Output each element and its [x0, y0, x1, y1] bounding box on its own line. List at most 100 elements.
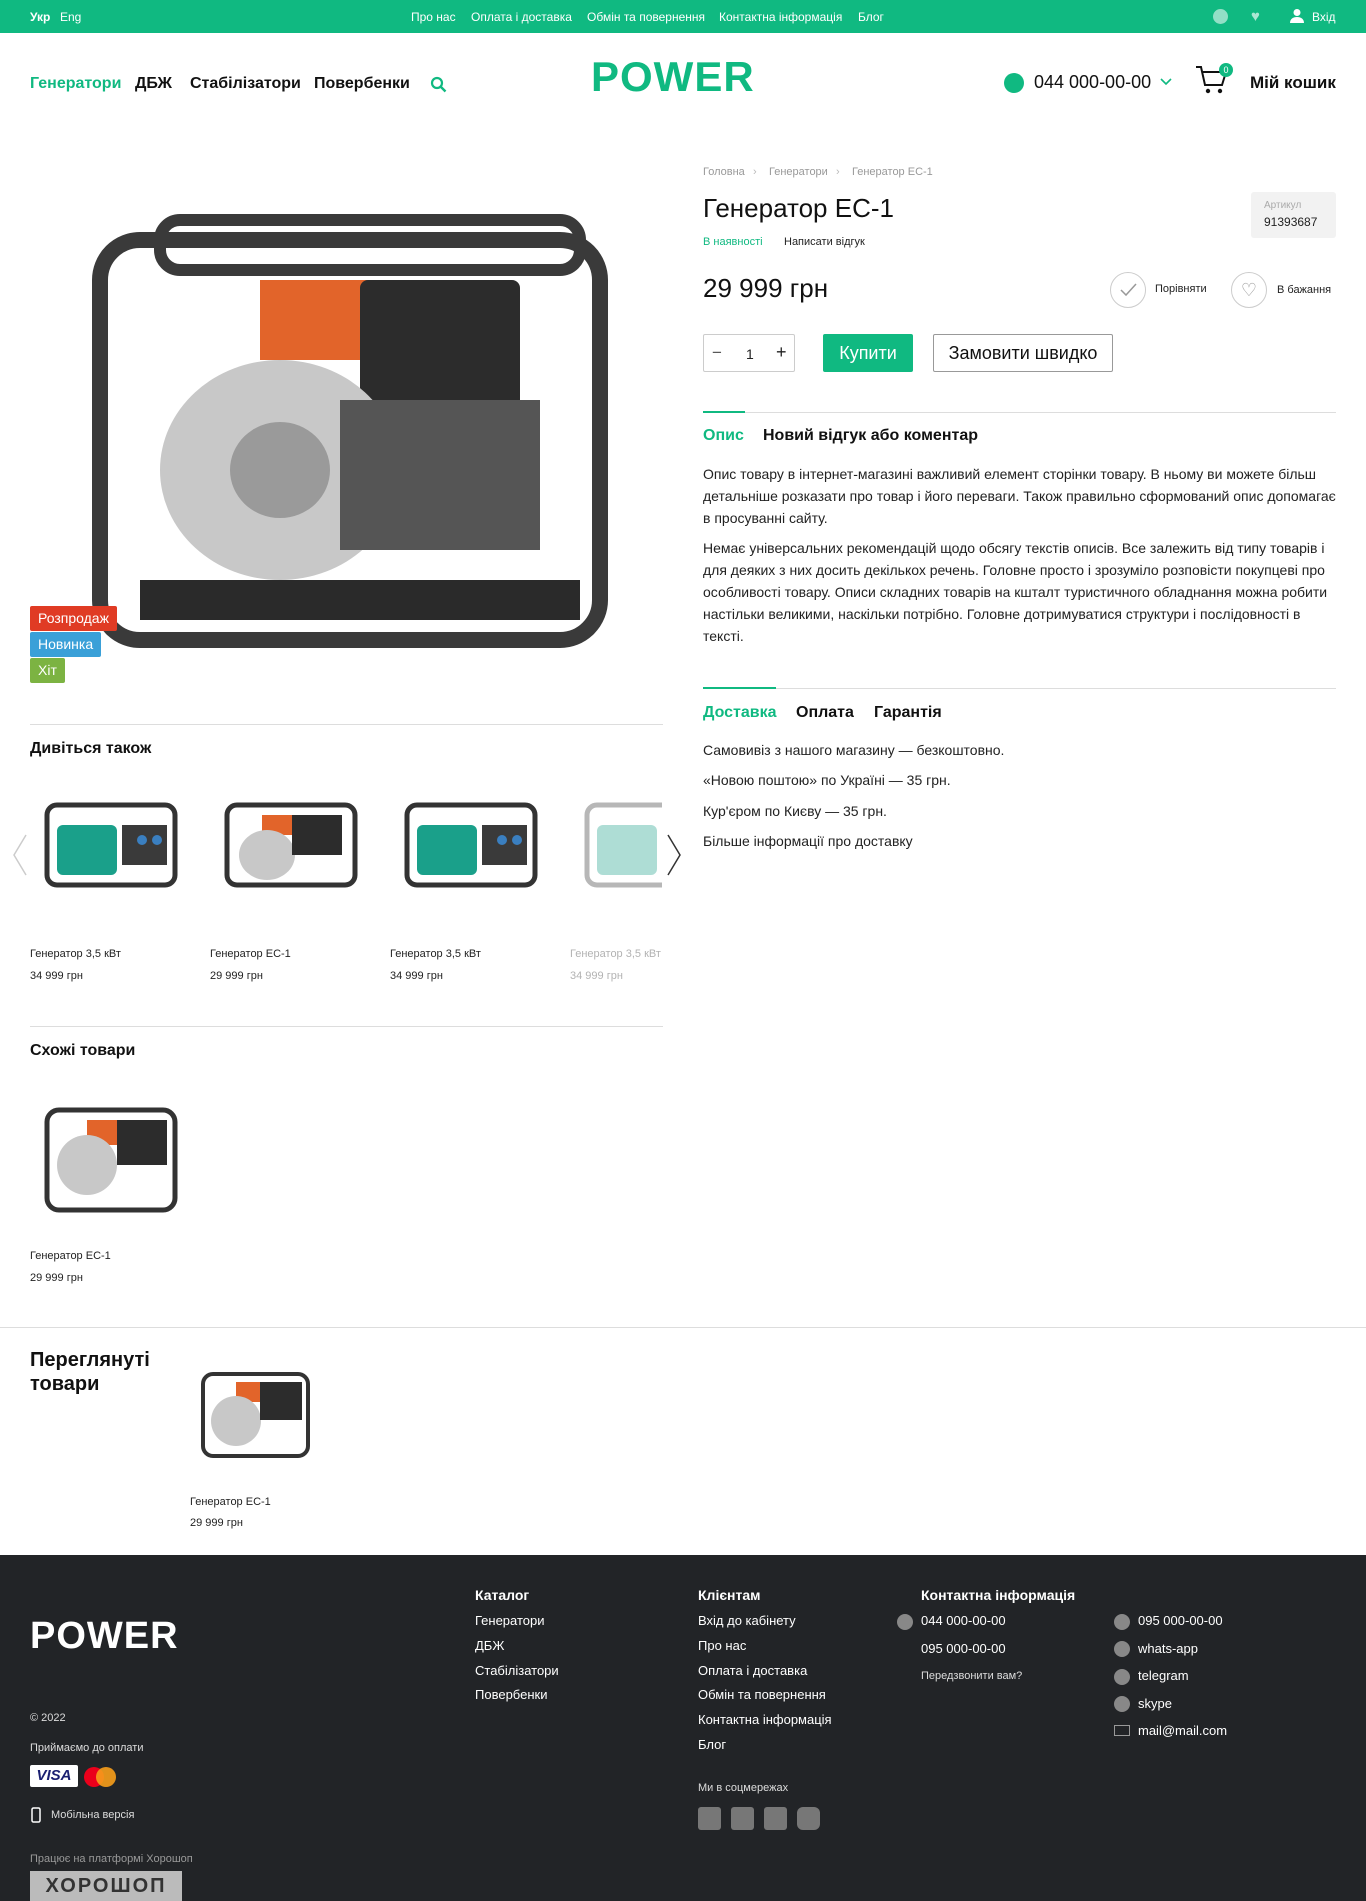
mastercard-logo — [84, 1767, 118, 1787]
cart-count: 0 — [1219, 63, 1233, 77]
description-paragraph-2: Немає універсальних рекомендацій щодо об… — [703, 540, 1328, 644]
footer-contact-skype[interactable]: skype — [1138, 1696, 1172, 1711]
product-thumb-orange[interactable] — [42, 1100, 180, 1220]
product-thumb-green[interactable] — [42, 800, 180, 895]
carousel-next-icon[interactable] — [666, 834, 682, 876]
footer-clients-title: Клієнтам — [698, 1587, 761, 1603]
product-card-name[interactable]: Генератор 3,5 кВт — [30, 948, 121, 960]
quick-order-button[interactable]: Замовити швидко — [933, 334, 1113, 372]
product-card-faded[interactable]: Генератор 3,5 кВт 34 999 грн — [570, 948, 663, 988]
lang-ukr[interactable]: Укр — [30, 10, 50, 24]
tab-payment[interactable]: Оплата — [796, 704, 854, 722]
product-thumb-green[interactable] — [582, 800, 662, 895]
horoshop-logo[interactable]: ХОРОШОП — [30, 1871, 182, 1901]
footer-client-link[interactable]: Вхід до кабінету — [698, 1613, 796, 1628]
footer-client-link[interactable]: Про нас — [698, 1638, 746, 1653]
sku-value: 91393687 — [1264, 215, 1318, 229]
tab-warranty[interactable]: Гарантія — [874, 704, 942, 722]
user-icon[interactable] — [1290, 8, 1304, 23]
phone-icon — [1004, 73, 1024, 93]
quantity-stepper: − 1 + — [703, 334, 795, 372]
qty-minus-button[interactable]: − — [712, 343, 722, 363]
cart-label[interactable]: Мій кошик — [1250, 73, 1336, 93]
buy-button[interactable]: Купити — [823, 334, 913, 372]
nav-stabilizers[interactable]: Стабілізатори — [190, 75, 301, 93]
product-card-price: 34 999 грн — [390, 970, 443, 982]
footer-client-link[interactable]: Контактна інформація — [698, 1712, 832, 1727]
description-paragraph-1: Опис товару в інтернет-магазині важливий… — [703, 466, 1336, 526]
login-link[interactable]: Вхід — [1312, 10, 1336, 24]
compare-button-icon[interactable] — [1110, 272, 1146, 308]
nav-generators[interactable]: Генератори — [30, 75, 121, 93]
callback-link[interactable]: Передзвонити вам? — [921, 1670, 1022, 1682]
product-thumb-orange[interactable] — [198, 1366, 313, 1466]
footer-logo[interactable]: POWER — [30, 1615, 179, 1658]
badge-sale: Розпродаж — [30, 606, 117, 631]
nav-powerbanks[interactable]: Повербенки — [314, 75, 410, 93]
heart-icon[interactable]: ♥ — [1251, 8, 1260, 25]
footer-client-link[interactable]: Блог — [698, 1737, 726, 1752]
footer-catalog-link[interactable]: Стабілізатори — [475, 1663, 559, 1678]
toplink-blog[interactable]: Блог — [858, 10, 884, 24]
telegram-icon — [1114, 1669, 1130, 1685]
logo[interactable]: POWER — [591, 53, 755, 101]
carousel-prev-icon[interactable] — [12, 834, 28, 876]
footer-contact-viber[interactable]: 095 000-00-00 — [1138, 1613, 1223, 1628]
footer-client-link[interactable]: Оплата і доставка — [698, 1663, 807, 1678]
toplink-about[interactable]: Про нас — [411, 10, 456, 24]
search-icon[interactable] — [430, 76, 447, 93]
product-card-price: 29 999 грн — [190, 1517, 243, 1529]
product-card-name[interactable]: Генератор ЕС-1 — [30, 1250, 111, 1262]
footer-catalog-link[interactable]: Повербенки — [475, 1687, 547, 1702]
wishlist-label[interactable]: В бажання — [1277, 284, 1331, 296]
footer-contact-telegram[interactable]: telegram — [1138, 1668, 1189, 1683]
toplink-payment[interactable]: Оплата і доставка — [471, 10, 572, 24]
breadcrumb-home[interactable]: Головна — [703, 166, 745, 178]
footer-contact-whatsapp[interactable]: whats-app — [1138, 1641, 1198, 1656]
tab-description[interactable]: Опис — [703, 427, 744, 445]
product-thumb-green[interactable] — [402, 800, 540, 895]
wishlist-heart-icon[interactable]: ♡ — [1231, 272, 1267, 308]
platform-label: Працює на платформі Хорошоп — [30, 1853, 193, 1865]
footer-contact-email[interactable]: mail@mail.com — [1138, 1723, 1227, 1738]
footer-phone-1[interactable]: 044 000-00-00 — [921, 1613, 1006, 1628]
header: Генератори ДБЖ Стабілізатори Повербенки … — [0, 33, 1366, 133]
youtube-icon[interactable] — [797, 1807, 820, 1830]
footer-catalog-link[interactable]: Генератори — [475, 1613, 545, 1628]
tiktok-icon[interactable] — [731, 1807, 754, 1830]
nav-ups[interactable]: ДБЖ — [135, 75, 172, 93]
delivery-line: Самовивіз з нашого магазину — безкоштовн… — [703, 742, 1005, 758]
facebook-icon[interactable] — [764, 1807, 787, 1830]
product-card-name[interactable]: Генератор ЕС-1 — [210, 948, 291, 960]
accept-payments-label: Приймаємо до оплати — [30, 1742, 144, 1754]
viewed-title: Переглянуті товари — [30, 1348, 150, 1396]
product-main-image[interactable] — [80, 200, 620, 670]
chevron-down-icon[interactable] — [1160, 77, 1172, 87]
delivery-line: «Новою поштою» по Україні — 35 грн. — [703, 772, 951, 788]
footer-phone-2[interactable]: 095 000-00-00 — [921, 1641, 1006, 1656]
tab-delivery[interactable]: Доставка — [703, 704, 777, 722]
footer-client-link[interactable]: Обмін та повернення — [698, 1687, 826, 1702]
header-phone[interactable]: 044 000-00-00 — [1034, 72, 1151, 93]
product-card-name[interactable]: Генератор ЕС-1 — [190, 1496, 271, 1508]
compare-icon[interactable] — [1213, 9, 1228, 24]
footer-catalog-link[interactable]: ДБЖ — [475, 1638, 504, 1653]
compare-label[interactable]: Порівняти — [1155, 283, 1207, 295]
top-bar: Укр Eng Про нас Оплата і доставка Обмін … — [0, 0, 1366, 33]
delivery-more-link[interactable]: Більше інформації про доставку — [703, 833, 913, 849]
toplink-returns[interactable]: Обмін та повернення — [587, 10, 705, 24]
tab-active-indicator — [703, 411, 745, 413]
write-review-link[interactable]: Написати відгук — [784, 236, 865, 248]
toplink-contacts[interactable]: Контактна інформація — [719, 10, 842, 24]
instagram-icon[interactable] — [698, 1807, 721, 1830]
product-thumb-orange[interactable] — [222, 800, 360, 895]
tab-new-review[interactable]: Новий відгук або коментар — [763, 427, 978, 445]
mobile-version-link[interactable]: Мобільна версія — [51, 1809, 134, 1821]
lang-eng[interactable]: Eng — [60, 10, 81, 24]
product-card-name[interactable]: Генератор 3,5 кВт — [390, 948, 481, 960]
qty-input[interactable]: 1 — [746, 346, 754, 362]
breadcrumb-generators[interactable]: Генератори — [769, 166, 828, 178]
product-title: Генератор ЕС-1 — [703, 193, 894, 223]
product-card-name[interactable]: Генератор 3,5 кВт — [570, 948, 661, 960]
qty-plus-button[interactable]: + — [776, 342, 787, 363]
